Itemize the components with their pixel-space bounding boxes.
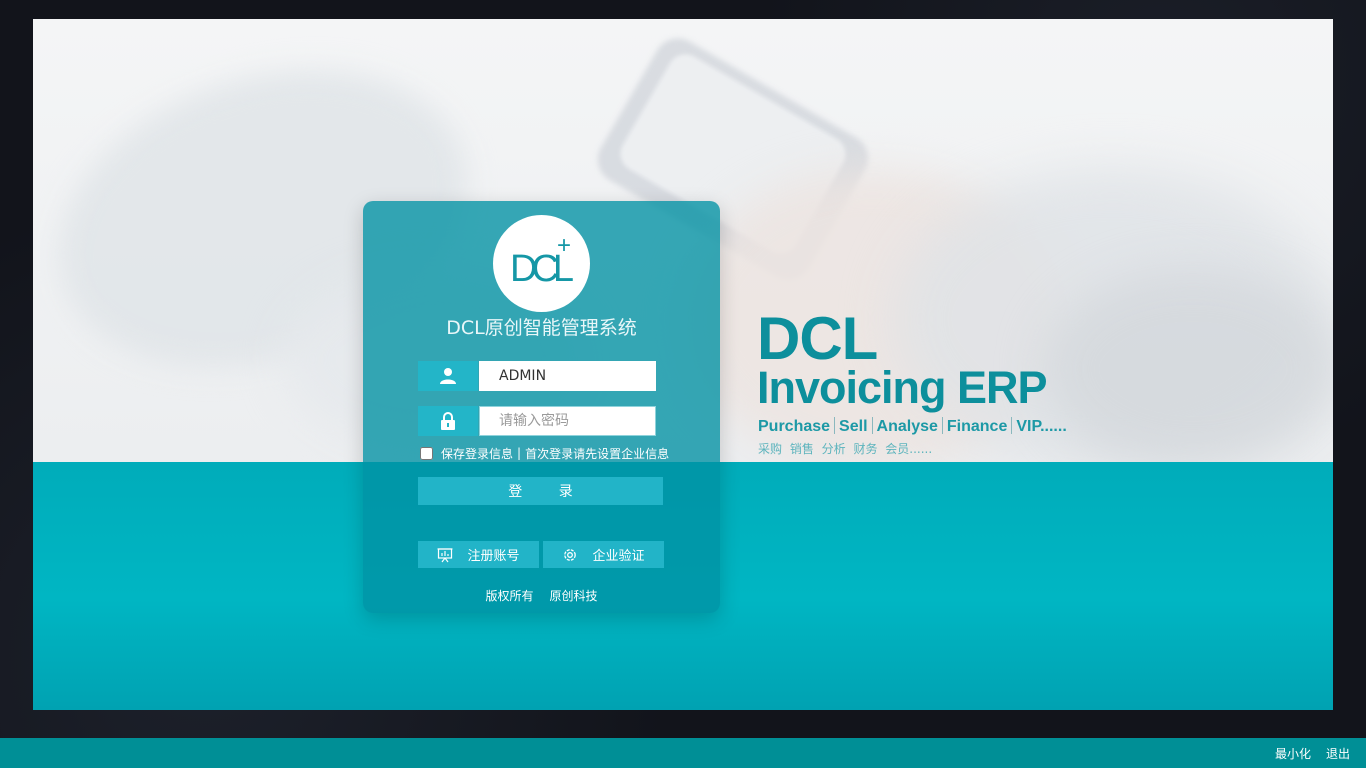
login-button[interactable]: 登 录: [418, 477, 663, 505]
register-button-label: 注册账号: [467, 549, 520, 564]
brand-headline: DCL: [757, 305, 878, 372]
first-login-link[interactable]: 首次登录请先设置企业信息: [525, 445, 669, 462]
verify-button[interactable]: 企业验证: [543, 541, 664, 568]
login-panel: DCL + DCL原创智能管理系统 保存登录信息 | 首次登录请先设置企业信息: [363, 201, 720, 613]
gear-icon: [562, 547, 578, 563]
system-title: DCL原创智能管理系统: [446, 317, 637, 339]
brand-tag: Sell: [839, 418, 868, 435]
window-actions: 最小化 退出: [1260, 738, 1350, 768]
password-input[interactable]: [479, 406, 656, 436]
brand-tags-chinese: 采购 销售 分析 财务 会员......: [758, 442, 933, 456]
user-icon: [418, 361, 478, 391]
tag-separator: [834, 417, 836, 434]
bottom-bar: 最小化 退出: [0, 738, 1366, 768]
tag-separator: [1011, 417, 1013, 434]
brand-subheadline: Invoicing ERP: [757, 362, 1048, 413]
brand-block: DCL Invoicing ERP Purchase Sell Analyse Fin…: [757, 309, 1097, 469]
copyright: 版权所有 原创科技: [363, 587, 720, 604]
remember-checkbox[interactable]: [420, 446, 433, 460]
logo: DCL +: [493, 215, 590, 312]
brand-tag: Finance: [946, 418, 1008, 435]
presentation-icon: [437, 547, 453, 563]
copyright-right: 原创科技: [549, 589, 598, 603]
password-field: [418, 406, 656, 436]
brand-tag: VIP......: [1016, 418, 1067, 435]
brand-tag: Analyse: [876, 418, 938, 435]
brand-tags: Purchase Sell Analyse Finance VIP......: [758, 417, 1067, 436]
brand-tag: Purchase: [758, 418, 831, 435]
tag-separator: [941, 417, 943, 434]
register-button[interactable]: 注册账号: [418, 541, 539, 568]
verify-button-label: 企业验证: [592, 549, 645, 564]
remember-separator: |: [517, 446, 522, 460]
logo-mark: DCL +: [510, 232, 579, 290]
remember-label[interactable]: 保存登录信息: [441, 445, 513, 462]
copyright-left: 版权所有: [485, 589, 534, 603]
minimize-button[interactable]: 最小化: [1275, 745, 1311, 762]
username-input[interactable]: [479, 361, 656, 391]
tag-separator: [871, 417, 873, 434]
exit-button[interactable]: 退出: [1326, 745, 1350, 762]
logo-plus: +: [557, 232, 571, 259]
remember-row: 保存登录信息 | 首次登录请先设置企业信息: [420, 444, 669, 462]
lock-icon: [418, 406, 478, 436]
username-field: [418, 361, 656, 391]
